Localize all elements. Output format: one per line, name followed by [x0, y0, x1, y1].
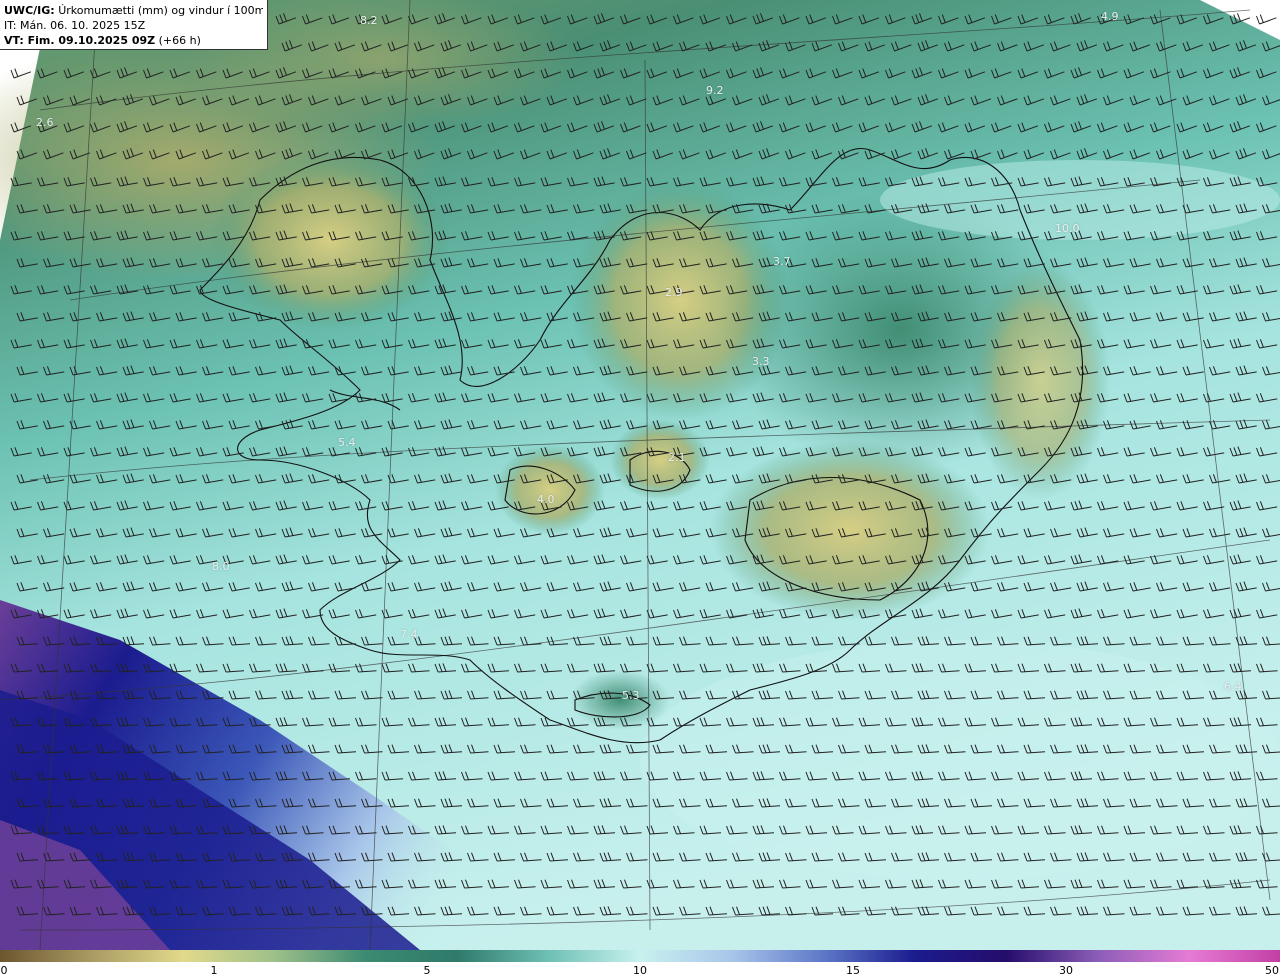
map-info-box: UWC/IG: Úrkomumætti (mm) og vindur í 100… — [0, 0, 268, 50]
precip-land-zone — [710, 440, 990, 620]
point-label: 2.1 — [668, 451, 686, 464]
colorbar-tick: 10 — [633, 964, 647, 977]
point-label: 9.2 — [706, 84, 724, 97]
point-label: 4.0 — [537, 493, 555, 506]
point-label: 8.2 — [360, 14, 378, 27]
colorbar-strip — [0, 950, 1280, 962]
model-label: UWC/IG: — [4, 4, 55, 17]
precip-mid-zone — [640, 640, 1280, 880]
valid-time-row: VT: Fim. 09.10.2025 09Z (+66 h) — [4, 33, 263, 48]
point-label: 7.4 — [400, 628, 418, 641]
precipitation-map: UWC/IG: Úrkomumætti (mm) og vindur í 100… — [0, 0, 1280, 950]
point-label: 2.9 — [665, 286, 683, 299]
colorbar-tick: 30 — [1059, 964, 1073, 977]
point-label: 2.6 — [36, 116, 54, 129]
valid-time: VT: Fim. 09.10.2025 09Z — [4, 34, 156, 47]
lead-time: (+66 h) — [158, 34, 201, 47]
colorbar-tick: 50 — [1265, 964, 1279, 977]
colorbar-tick: 1 — [210, 964, 218, 977]
precip-land-zone — [495, 445, 605, 535]
map-canvas — [0, 0, 1280, 950]
point-label: 8.0 — [212, 560, 230, 573]
map-title: Úrkomumætti (mm) og vindur í 100m hæð — [58, 4, 263, 17]
colorbar-tick: 5 — [423, 964, 431, 977]
point-label: 5.3 — [622, 689, 640, 702]
title-row: UWC/IG: Úrkomumætti (mm) og vindur í 100… — [4, 3, 263, 18]
precip-mid-zone — [880, 160, 1280, 240]
point-label: 3.7 — [773, 255, 791, 268]
point-label: 10.0 — [1055, 222, 1080, 235]
point-label: 5.4 — [338, 436, 356, 449]
point-label: 4.9 — [1101, 10, 1119, 23]
point-label: 6.4 — [1224, 680, 1242, 693]
colorbar-tick: 0 — [0, 964, 8, 977]
precip-land-zone — [610, 420, 710, 500]
precip-land-zone — [570, 670, 670, 730]
colorbar-tick: 15 — [846, 964, 860, 977]
precip-land-zone — [970, 260, 1110, 500]
colorbar: 0 1 5 10 15 30 50 — [0, 950, 1280, 978]
initial-time: IT: Mán. 06. 10. 2025 15Z — [4, 19, 146, 32]
point-label: 3.3 — [752, 355, 770, 368]
